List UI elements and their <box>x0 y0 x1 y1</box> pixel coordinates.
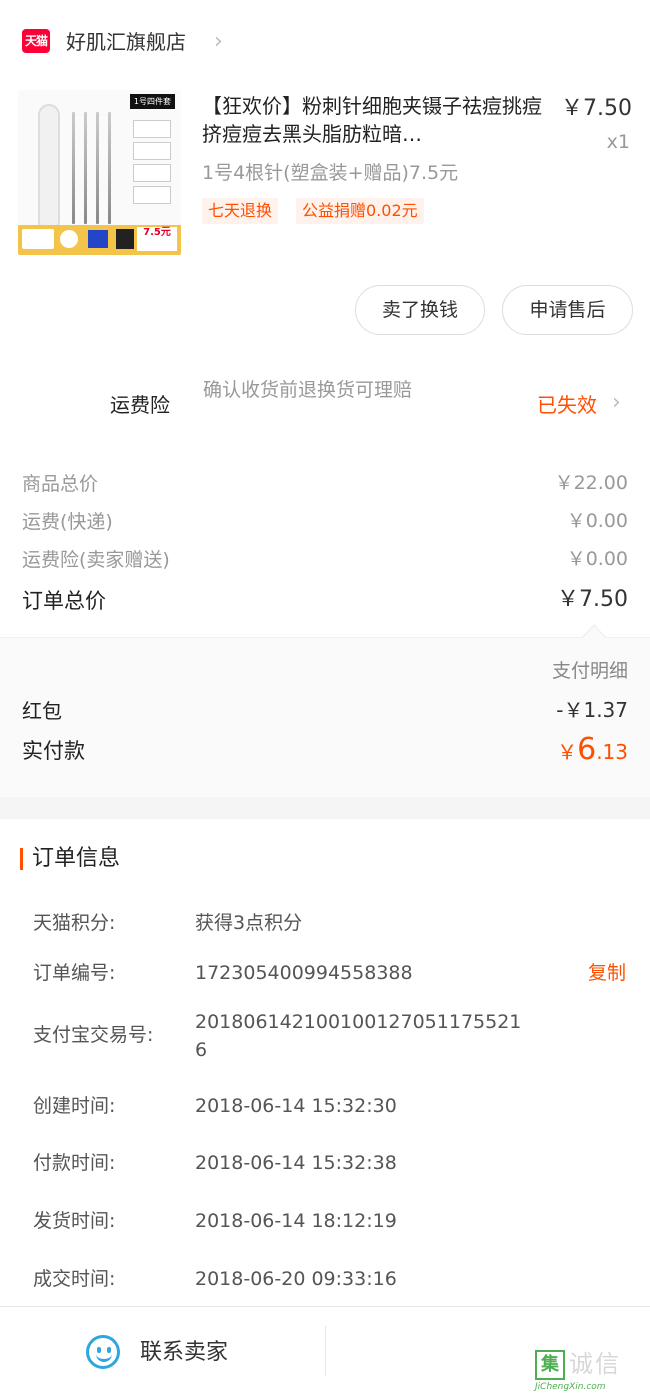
product-title[interactable]: 【狂欢价】粉刺针细胞夹镊子祛痘挑痘挤痘痘去黑头脂肪粒暗… <box>202 92 542 148</box>
watermark-text: 诚信 <box>569 1350 621 1378</box>
contact-seller-icon[interactable] <box>86 1335 120 1369</box>
order-total-value: ￥7.50 <box>557 587 628 612</box>
insurance-status[interactable]: 已失效 <box>537 390 597 420</box>
summary-label: 运费险(卖家赠送) <box>22 549 170 571</box>
created-time-value: 2018-06-14 15:32:30 <box>195 1095 397 1117</box>
chevron-right-icon[interactable]: › <box>612 388 621 418</box>
bottom-divider <box>325 1326 326 1376</box>
payment-detail-link[interactable]: 支付明细 <box>552 657 628 685</box>
return-policy-badge: 七天退换 <box>202 198 279 224</box>
paid-label: 实付款 <box>22 739 85 763</box>
shipped-time-value: 2018-06-14 18:12:19 <box>195 1210 397 1232</box>
needle-graphic <box>84 112 87 224</box>
summary-label: 商品总价 <box>22 473 99 495</box>
paid-integer: 6 <box>577 732 597 767</box>
summary-value: ￥0.00 <box>566 548 628 570</box>
needle-graphic <box>72 112 75 224</box>
order-total-label: 订单总价 <box>22 589 106 613</box>
tmall-logo-icon: 天猫 <box>22 29 50 53</box>
thumb-graphic <box>133 120 171 138</box>
currency-symbol: ￥ <box>557 740 578 764</box>
watermark-logo: 集 诚信 JiChengXin.com <box>535 1346 647 1394</box>
charity-badge: 公益捐赠0.02元 <box>296 198 424 224</box>
redpacket-label: 红包 <box>22 699 62 723</box>
contact-seller-button[interactable]: 联系卖家 <box>140 1337 228 1369</box>
needle-graphic <box>108 112 111 224</box>
paid-time-label: 付款时间: <box>33 1152 116 1174</box>
points-label: 天猫积分: <box>33 912 116 934</box>
summary-label: 运费(快递) <box>22 511 113 533</box>
order-number-value: 172305400994558388 <box>195 962 413 984</box>
image-tag: 1号四件套 <box>129 94 175 109</box>
product-quantity: x1 <box>606 131 630 153</box>
thumb-graphic <box>133 142 171 160</box>
insurance-description: 确认收货前退换货可理赔 <box>203 379 413 401</box>
order-info-title: 订单信息 <box>32 846 121 871</box>
points-value: 获得3点积分 <box>195 912 303 934</box>
thumb-graphic <box>133 164 171 182</box>
thumb-graphic <box>133 186 171 204</box>
paid-amount: ￥6.13 <box>557 732 628 772</box>
order-number-label: 订单编号: <box>33 962 116 984</box>
summary-value: ￥0.00 <box>566 510 628 532</box>
chevron-right-icon[interactable]: › <box>214 28 223 56</box>
section-divider <box>0 797 650 819</box>
watermark-url: JiChengXin.com <box>535 1382 606 1392</box>
created-time-label: 创建时间: <box>33 1095 116 1117</box>
case-graphic <box>38 104 60 232</box>
section-accent-bar <box>20 848 23 870</box>
insurance-label: 运费险 <box>110 393 170 417</box>
image-banner: 7.5元 <box>18 225 181 255</box>
watermark-box: 集 <box>535 1350 565 1380</box>
alipay-number-label: 支付宝交易号: <box>33 1024 154 1046</box>
alipay-number-value: 2018061421001001270511755216 <box>195 1011 522 1061</box>
paid-decimal: .13 <box>596 740 628 764</box>
product-image[interactable]: 1号四件套 7.5元 <box>18 90 181 255</box>
image-price: 7.5元 <box>137 227 177 251</box>
paid-time-value: 2018-06-14 15:32:38 <box>195 1152 397 1174</box>
product-sku: 1号4根针(塑盒装+赠品)7.5元 <box>202 162 459 184</box>
after-sale-button[interactable]: 申请售后 <box>502 285 633 335</box>
completed-time-value: 2018-06-20 09:33:16 <box>195 1268 397 1290</box>
store-name-link[interactable]: 好肌汇旗舰店 <box>66 28 186 56</box>
copy-button[interactable]: 复制 <box>588 959 626 987</box>
completed-time-label: 成交时间: <box>33 1268 116 1290</box>
sell-button[interactable]: 卖了换钱 <box>355 285 485 335</box>
shipped-time-label: 发货时间: <box>33 1210 116 1232</box>
needle-graphic <box>96 112 99 224</box>
product-price: ￥7.50 <box>561 96 632 121</box>
redpacket-value: -￥1.37 <box>556 698 628 722</box>
summary-value: ￥22.00 <box>554 472 628 494</box>
